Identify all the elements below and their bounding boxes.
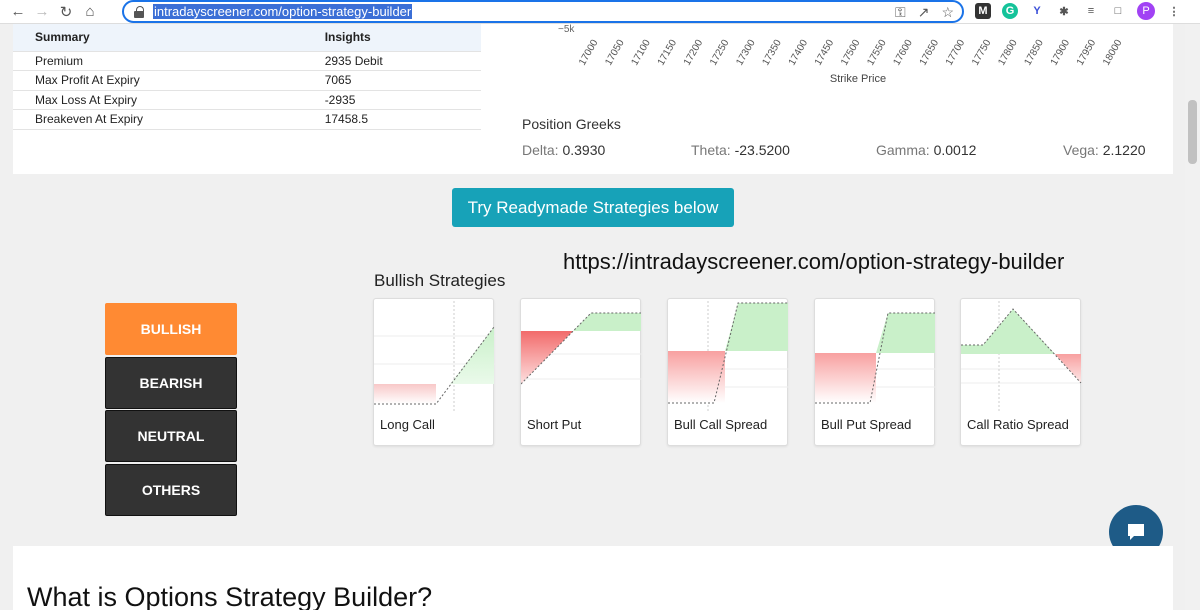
strategy-name: Short Put [527, 417, 582, 432]
what-is-heading: What is Options Strategy Builder? [27, 582, 433, 610]
gamma-readout: Gamma: 0.0012 [876, 142, 977, 158]
delta-readout: Delta: 0.3930 [522, 142, 606, 158]
strategy-card-bull-put-spread[interactable]: Bull Put Spread [814, 298, 936, 446]
category-neutral-button[interactable]: NEUTRAL [105, 410, 237, 462]
payoff-chart-x-axis: −5k17000 17050 17100 17150 17200 17250 17300 17… [558, 24, 1125, 85]
x-tick-label: 17200 [682, 38, 706, 68]
table-row: Premium 2935 Debit [13, 50, 481, 71]
bullish-strategies-title: Bullish Strategies [374, 271, 506, 290]
vega-readout: Vega: 2.1220 [1063, 142, 1146, 158]
y-tick-label: −5k [558, 24, 575, 35]
call-ratio-spread-payoff-thumbnail [961, 301, 1082, 411]
x-tick-label: 17900 [1049, 38, 1073, 68]
row-value: 2935 Debit [302, 50, 481, 71]
url-overlay-text: https://intradayscreener.com/option-stra… [563, 249, 1065, 274]
table-row: Max Profit At Expiry 7065 [13, 70, 481, 90]
extensions-puzzle-icon[interactable]: ✱ [1056, 3, 1072, 19]
theta-value: -23.5200 [734, 142, 790, 158]
category-others-button[interactable]: OTHERS [105, 464, 237, 516]
strategy-card-call-ratio-spread[interactable]: Call Ratio Spread [960, 298, 1082, 446]
page-scrollbar[interactable] [1185, 24, 1200, 610]
summary-header: Summary [13, 24, 303, 51]
reload-icon[interactable]: ↻ [54, 1, 78, 23]
theta-readout: Theta: -23.5200 [691, 142, 790, 158]
x-tick-label: 17000 [577, 38, 601, 68]
strategy-name: Bull Call Spread [674, 417, 768, 432]
x-tick-label: 17300 [734, 38, 758, 68]
try-readymade-strategies-button[interactable]: Try Readymade Strategies below [452, 188, 734, 227]
what-is-section-card: What is Options Strategy Builder? [13, 546, 1173, 610]
extension-y-icon[interactable]: Y [1029, 3, 1045, 19]
table-row: Max Loss At Expiry -2935 [13, 89, 481, 110]
lock-icon[interactable] [134, 5, 144, 18]
x-tick-label: 17850 [1022, 38, 1046, 68]
row-label: Max Profit At Expiry [13, 70, 303, 90]
row-value: 17458.5 [302, 109, 481, 130]
x-tick-label: 17700 [944, 38, 968, 68]
extension-m-icon[interactable]: M [975, 3, 991, 19]
media-control-icon[interactable]: ≡ [1083, 3, 1099, 19]
summary-table: Summary Insights Premium 2935 Debit Max … [13, 24, 481, 130]
scrollbar-thumb[interactable] [1188, 100, 1197, 164]
share-icon[interactable]: ↗ [918, 4, 930, 21]
table-row: Breakeven At Expiry 17458.5 [13, 109, 481, 130]
strategy-card-bull-call-spread[interactable]: Bull Call Spread [667, 298, 789, 446]
category-bearish-button[interactable]: BEARISH [105, 357, 237, 409]
back-arrow-icon[interactable]: ← [6, 1, 30, 23]
url-text[interactable]: intradayscreener.com/option-strategy-bui… [153, 4, 413, 19]
row-value: -2935 [302, 89, 481, 110]
x-tick-label: 17150 [656, 38, 680, 68]
key-icon[interactable]: ⚿ [895, 4, 906, 21]
x-tick-label: 18000 [1101, 38, 1125, 68]
row-label: Premium [13, 50, 303, 71]
position-greeks-title: Position Greeks [522, 116, 621, 132]
x-tick-label: 17250 [708, 38, 732, 68]
address-bar[interactable]: intradayscreener.com/option-strategy-bui… [122, 0, 964, 23]
bookmark-star-icon[interactable]: ☆ [941, 4, 954, 21]
chat-bubble-icon [1128, 524, 1144, 540]
gamma-value: 0.0012 [933, 142, 977, 158]
browser-toolbar: ← → ↻ ⌂ intradayscreener.com/option-stra… [0, 0, 1200, 24]
short-put-payoff-thumbnail [521, 312, 642, 385]
strategy-card-short-put[interactable]: Short Put [520, 298, 642, 446]
forward-arrow-icon[interactable]: → [30, 1, 54, 23]
strategy-name: Bull Put Spread [821, 417, 912, 432]
row-value: 7065 [302, 70, 481, 90]
insights-header: Insights [302, 24, 481, 51]
x-tick-label: 17100 [629, 38, 653, 68]
x-tick-label: 17350 [760, 38, 784, 68]
bull-put-spread-payoff-thumbnail [815, 312, 936, 404]
delta-value: 0.3930 [562, 142, 606, 158]
grammarly-icon[interactable]: G [1002, 3, 1018, 19]
x-tick-label: 17050 [603, 38, 627, 68]
strategy-card-long-call[interactable]: Long Call [373, 298, 495, 446]
x-tick-label: 17600 [891, 38, 915, 68]
kebab-menu-icon[interactable]: ⋮ [1166, 3, 1182, 19]
summary-greeks-card: Summary Insights Premium 2935 Debit Max … [13, 24, 1173, 174]
x-axis-title: Strike Price [830, 73, 886, 85]
strategy-name: Call Ratio Spread [967, 417, 1069, 432]
vega-value: 2.1220 [1102, 142, 1146, 158]
x-tick-label: 17800 [996, 38, 1020, 68]
category-bullish-button[interactable]: BULLISH [105, 303, 237, 355]
profile-avatar[interactable]: P [1137, 2, 1155, 20]
home-icon[interactable]: ⌂ [78, 1, 102, 23]
x-tick-label: 17550 [865, 38, 889, 68]
row-label: Max Loss At Expiry [13, 89, 303, 110]
x-tick-label: 17950 [1075, 38, 1099, 68]
x-tick-label: 17650 [918, 38, 942, 68]
row-label: Breakeven At Expiry [13, 109, 303, 130]
x-tick-label: 17400 [787, 38, 811, 68]
strategy-name: Long Call [380, 417, 435, 432]
side-panel-icon[interactable]: □ [1110, 3, 1126, 19]
long-call-payoff-thumbnail [374, 301, 495, 411]
x-tick-label: 17500 [839, 38, 863, 68]
bull-call-spread-payoff-thumbnail [668, 301, 789, 411]
x-tick-label: 17750 [970, 38, 994, 68]
x-tick-label: 17450 [813, 38, 837, 68]
